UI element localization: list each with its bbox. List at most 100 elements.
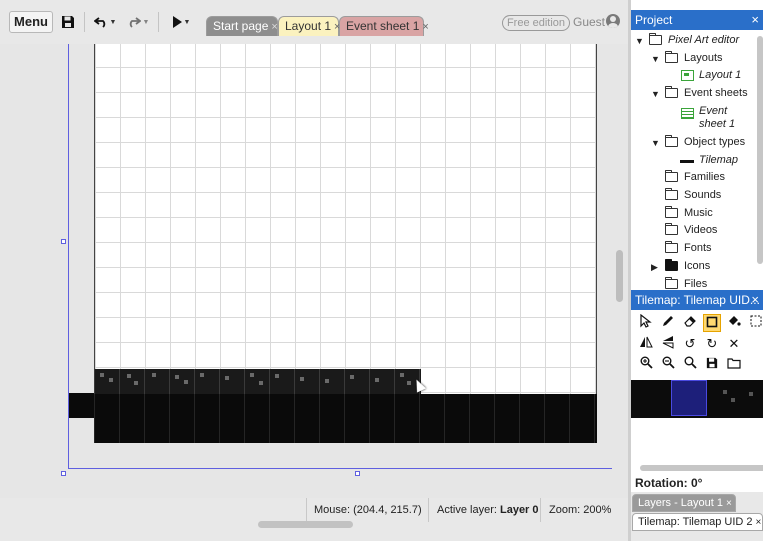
save-icon[interactable] xyxy=(703,356,721,374)
tree-item-tilemap[interactable]: Tilemap xyxy=(631,152,751,170)
tree-item-videos[interactable]: Videos xyxy=(631,222,751,240)
close-icon[interactable]: × xyxy=(422,21,428,33)
tab-label: Layout 1 xyxy=(285,19,332,33)
cursor-icon[interactable] xyxy=(637,313,655,332)
tree-item-sounds[interactable]: Sounds xyxy=(631,187,751,205)
save-icon[interactable] xyxy=(60,12,76,32)
tree-label: Event sheet 1 xyxy=(699,105,736,130)
tile-detail xyxy=(200,373,204,377)
expand-arrow-icon[interactable]: ▼ xyxy=(651,138,660,148)
vertical-scrollbar-thumb[interactable] xyxy=(616,250,623,302)
flip-horizontal-icon[interactable] xyxy=(637,335,655,353)
tilemap-tiles[interactable] xyxy=(94,394,597,443)
user-label[interactable]: Guest xyxy=(573,15,605,29)
panel-title: Tilemap: Tilemap UID... xyxy=(635,293,760,307)
clear-icon[interactable]: ✕ xyxy=(725,335,743,353)
event-sheet-icon xyxy=(681,108,694,119)
tree-item-icons[interactable]: ▶ Icons xyxy=(631,258,751,276)
tree-label: Layout 1 xyxy=(699,69,742,81)
tree-item-event-sheet-1[interactable]: Event sheet 1 xyxy=(631,103,751,135)
pencil-icon[interactable] xyxy=(659,314,677,332)
tile-detail xyxy=(259,381,263,385)
close-icon[interactable]: × xyxy=(756,517,762,528)
folder-icon xyxy=(665,86,678,98)
undo-dropdown-icon[interactable]: ▼ xyxy=(110,19,117,26)
expand-arrow-icon[interactable]: ▼ xyxy=(635,36,644,46)
eraser-icon[interactable] xyxy=(681,314,699,332)
project-panel-scrollbar[interactable] xyxy=(757,36,763,264)
redo-icon[interactable]: ▼ xyxy=(124,12,152,32)
tree-item-event-sheets[interactable]: ▼ Event sheets xyxy=(631,85,751,103)
close-icon[interactable]: × xyxy=(726,498,732,509)
redo-dropdown-icon[interactable]: ▼ xyxy=(143,19,150,26)
close-icon[interactable]: × xyxy=(751,290,759,310)
menu-button[interactable]: Menu xyxy=(9,11,53,33)
play-icon[interactable]: ▼ xyxy=(168,12,194,32)
tree-item-fonts[interactable]: Fonts xyxy=(631,240,751,258)
tilemap-tiles[interactable] xyxy=(94,369,421,394)
rotate-cw-icon[interactable]: ↻ xyxy=(703,335,721,353)
zoom-value: 200% xyxy=(583,504,612,516)
tree-item-layout-1[interactable]: Layout 1 xyxy=(631,67,751,85)
folder-icon[interactable] xyxy=(725,356,743,374)
tile-detail xyxy=(350,375,354,379)
tile-detail xyxy=(749,392,753,396)
tilemap-tiles[interactable] xyxy=(69,393,94,418)
tree-item-music[interactable]: Music xyxy=(631,205,751,223)
tile-detail xyxy=(407,381,411,385)
tile-detail xyxy=(400,373,404,377)
tile-palette-scrollbar[interactable] xyxy=(640,465,763,471)
selected-tile[interactable] xyxy=(671,380,707,416)
tab-layers[interactable]: Layers - Layout 1 × xyxy=(632,494,736,512)
mouse-label: Mouse: xyxy=(314,504,351,516)
close-icon[interactable]: × xyxy=(751,10,759,30)
zoom-reset-icon[interactable] xyxy=(681,356,699,374)
status-bar: Mouse: (204.4, 215.7) Active layer: Laye… xyxy=(0,498,628,522)
expand-arrow-icon[interactable]: ▼ xyxy=(651,54,660,64)
expand-arrow-icon[interactable]: ▼ xyxy=(651,89,660,99)
close-icon[interactable]: × xyxy=(271,21,277,33)
undo-icon[interactable]: ▼ xyxy=(91,12,119,32)
folder-icon xyxy=(665,277,678,289)
flip-vertical-icon[interactable] xyxy=(659,335,677,353)
zoom-in-icon[interactable] xyxy=(637,356,655,374)
edition-badge[interactable]: Free edition xyxy=(502,15,570,31)
resize-handle[interactable] xyxy=(61,239,66,244)
rotation-readout: Rotation: 0° xyxy=(635,476,703,490)
tile-detail xyxy=(152,373,156,377)
fill-bucket-icon[interactable] xyxy=(725,314,743,332)
resize-handle[interactable] xyxy=(61,471,66,476)
tile-detail xyxy=(184,380,188,384)
play-dropdown-icon[interactable]: ▼ xyxy=(184,19,191,26)
toolbar-separator xyxy=(158,12,159,32)
tile-detail xyxy=(109,378,113,382)
selection-icon[interactable] xyxy=(747,314,763,332)
tilemap-icon xyxy=(680,160,694,163)
tree-item-object-types[interactable]: ▼ Object types xyxy=(631,134,751,152)
user-icon[interactable] xyxy=(606,14,620,28)
tile-palette[interactable] xyxy=(631,380,763,418)
rectangle-icon[interactable] xyxy=(703,314,721,332)
rotate-ccw-icon[interactable]: ↺ xyxy=(681,335,699,353)
active-layer-label: Active layer: xyxy=(437,504,497,516)
tilemap-tool-row xyxy=(637,356,743,376)
layout-view[interactable] xyxy=(0,44,628,498)
tile-detail xyxy=(127,374,131,378)
collapse-arrow-icon[interactable]: ▶ xyxy=(651,262,658,273)
tree-item-layouts[interactable]: ▼ Layouts xyxy=(631,50,751,68)
tab-layout-1[interactable]: Layout 1 × xyxy=(278,16,340,36)
resize-handle[interactable] xyxy=(355,471,360,476)
horizontal-scrollbar-thumb[interactable] xyxy=(258,521,353,528)
zoom-out-icon[interactable] xyxy=(659,356,677,374)
tree-item-files[interactable]: Files xyxy=(631,276,751,290)
tree-item-families[interactable]: Families xyxy=(631,169,751,187)
tree-item-project-root[interactable]: ▼ Pixel Art editor xyxy=(631,32,751,50)
tab-start-page[interactable]: Start page × xyxy=(206,16,278,36)
layout-boundary-line xyxy=(68,468,628,469)
tab-label: Layers - Layout 1 xyxy=(638,497,723,509)
tab-event-sheet-1[interactable]: Event sheet 1 × xyxy=(339,16,429,36)
tab-tilemap[interactable]: Tilemap: Tilemap UID 2 × xyxy=(632,513,763,531)
tilemap-tool-row xyxy=(637,313,763,334)
tree-label: Icons xyxy=(684,260,711,272)
zoom-label: Zoom: xyxy=(549,504,581,516)
